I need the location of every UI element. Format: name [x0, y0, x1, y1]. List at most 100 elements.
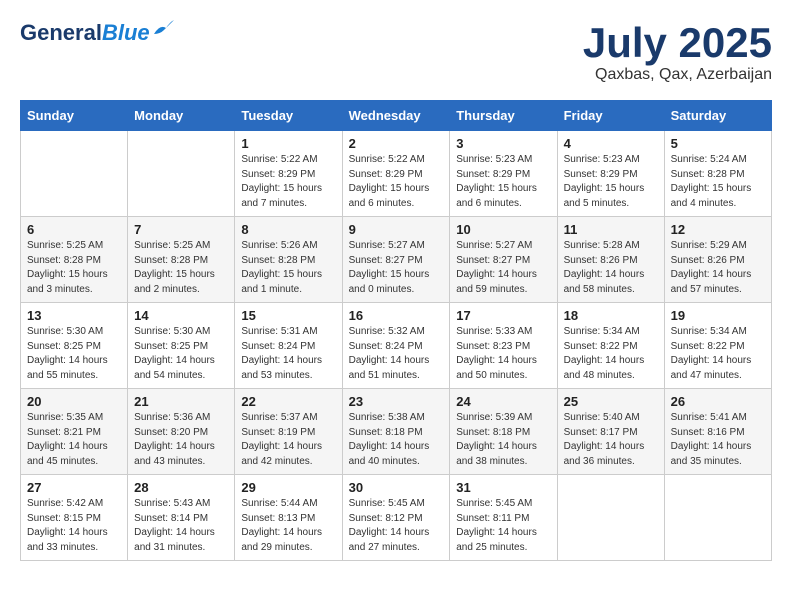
calendar-cell: 19 Sunrise: 5:34 AM Sunset: 8:22 PM Dayli…: [664, 303, 771, 389]
logo-bird-icon: [152, 20, 174, 38]
cell-info: Sunrise: 5:30 AM Sunset: 8:25 PM Dayligh…: [134, 325, 228, 383]
day-number: 5: [671, 136, 765, 151]
cell-info: Sunrise: 5:44 AM Sunset: 8:13 PM Dayligh…: [241, 497, 335, 555]
day-number: 18: [564, 308, 658, 323]
weekday-header-cell: Sunday: [21, 101, 128, 131]
location: Qaxbas, Qax, Azerbaijan: [583, 66, 772, 84]
weekday-header-cell: Saturday: [664, 101, 771, 131]
cell-info: Sunrise: 5:38 AM Sunset: 8:18 PM Dayligh…: [349, 411, 444, 469]
cell-info: Sunrise: 5:25 AM Sunset: 8:28 PM Dayligh…: [134, 239, 228, 297]
weekday-header-cell: Friday: [557, 101, 664, 131]
day-number: 15: [241, 308, 335, 323]
calendar-cell: 4Sunrise: 5:23 AM Sunset: 8:29 PM Daylig…: [557, 131, 664, 217]
calendar-cell: 9Sunrise: 5:27 AM Sunset: 8:27 PM Daylig…: [342, 217, 450, 303]
cell-info: Sunrise: 5:34 AM Sunset: 8:22 PM Dayligh…: [671, 325, 765, 383]
day-number: 23: [349, 394, 444, 409]
calendar-cell: 29 Sunrise: 5:44 AM Sunset: 8:13 PM Dayli…: [235, 475, 342, 561]
weekday-header-cell: Wednesday: [342, 101, 450, 131]
weekday-header-cell: Monday: [128, 101, 235, 131]
calendar-week-row: 1 Sunrise: 5:22 AM Sunset: 8:29 PM Daylig…: [21, 131, 772, 217]
calendar-week-row: 27 Sunrise: 5:42 AM Sunset: 8:15 PM Dayli…: [21, 475, 772, 561]
cell-info: Sunrise: 5:28 AM Sunset: 8:26 PM Dayligh…: [564, 239, 658, 297]
logo-text: GeneralBlue: [20, 21, 150, 45]
calendar-cell: 28 Sunrise: 5:43 AM Sunset: 8:14 PM Dayli…: [128, 475, 235, 561]
weekday-header-row: SundayMondayTuesdayWednesdayThursdayFrid…: [21, 101, 772, 131]
cell-info: Sunrise: 5:36 AM Sunset: 8:20 PM Dayligh…: [134, 411, 228, 469]
day-number: 25: [564, 394, 658, 409]
cell-info: Sunrise: 5:33 AM Sunset: 8:23 PM Dayligh…: [456, 325, 550, 383]
calendar-cell: [21, 131, 128, 217]
cell-info: Sunrise: 5:42 AM Sunset: 8:15 PM Dayligh…: [27, 497, 121, 555]
day-number: 14: [134, 308, 228, 323]
day-number: 28: [134, 480, 228, 495]
cell-info: Sunrise: 5:45 AM Sunset: 8:12 PM Dayligh…: [349, 497, 444, 555]
day-number: 21: [134, 394, 228, 409]
day-number: 7: [134, 222, 228, 237]
cell-info: Sunrise: 5:34 AM Sunset: 8:22 PM Dayligh…: [564, 325, 658, 383]
calendar-cell: 22Sunrise: 5:37 AM Sunset: 8:19 PM Dayli…: [235, 389, 342, 475]
calendar-cell: 14 Sunrise: 5:30 AM Sunset: 8:25 PM Dayli…: [128, 303, 235, 389]
calendar-cell: [557, 475, 664, 561]
day-number: 29: [241, 480, 335, 495]
day-number: 27: [27, 480, 121, 495]
calendar-body: 1 Sunrise: 5:22 AM Sunset: 8:29 PM Daylig…: [21, 131, 772, 561]
calendar-cell: 27 Sunrise: 5:42 AM Sunset: 8:15 PM Dayli…: [21, 475, 128, 561]
calendar-cell: 26 Sunrise: 5:41 AM Sunset: 8:16 PM Dayli…: [664, 389, 771, 475]
cell-info: Sunrise: 5:32 AM Sunset: 8:24 PM Dayligh…: [349, 325, 444, 383]
cell-info: Sunrise: 5:30 AM Sunset: 8:25 PM Dayligh…: [27, 325, 121, 383]
cell-info: Sunrise: 5:26 AM Sunset: 8:28 PM Dayligh…: [241, 239, 335, 297]
cell-info: Sunrise: 5:24 AM Sunset: 8:28 PM Dayligh…: [671, 153, 765, 211]
cell-info: Sunrise: 5:35 AM Sunset: 8:21 PM Dayligh…: [27, 411, 121, 469]
calendar-week-row: 20Sunrise: 5:35 AM Sunset: 8:21 PM Dayli…: [21, 389, 772, 475]
calendar-cell: 5 Sunrise: 5:24 AM Sunset: 8:28 PM Daylig…: [664, 131, 771, 217]
day-number: 13: [27, 308, 121, 323]
calendar-cell: 2Sunrise: 5:22 AM Sunset: 8:29 PM Daylig…: [342, 131, 450, 217]
cell-info: Sunrise: 5:41 AM Sunset: 8:16 PM Dayligh…: [671, 411, 765, 469]
calendar-cell: [664, 475, 771, 561]
calendar-cell: 20Sunrise: 5:35 AM Sunset: 8:21 PM Dayli…: [21, 389, 128, 475]
day-number: 10: [456, 222, 550, 237]
calendar-week-row: 6 Sunrise: 5:25 AM Sunset: 8:28 PM Daylig…: [21, 217, 772, 303]
day-number: 11: [564, 222, 658, 237]
day-number: 22: [241, 394, 335, 409]
cell-info: Sunrise: 5:22 AM Sunset: 8:29 PM Dayligh…: [349, 153, 444, 211]
calendar-cell: 7 Sunrise: 5:25 AM Sunset: 8:28 PM Daylig…: [128, 217, 235, 303]
calendar-cell: 15 Sunrise: 5:31 AM Sunset: 8:24 PM Dayli…: [235, 303, 342, 389]
day-number: 26: [671, 394, 765, 409]
calendar-cell: 31Sunrise: 5:45 AM Sunset: 8:11 PM Dayli…: [450, 475, 557, 561]
calendar-cell: 16 Sunrise: 5:32 AM Sunset: 8:24 PM Dayli…: [342, 303, 450, 389]
cell-info: Sunrise: 5:43 AM Sunset: 8:14 PM Dayligh…: [134, 497, 228, 555]
day-number: 12: [671, 222, 765, 237]
calendar-cell: 3 Sunrise: 5:23 AM Sunset: 8:29 PM Daylig…: [450, 131, 557, 217]
calendar-cell: [128, 131, 235, 217]
calendar-cell: 17Sunrise: 5:33 AM Sunset: 8:23 PM Dayli…: [450, 303, 557, 389]
calendar-cell: 13 Sunrise: 5:30 AM Sunset: 8:25 PM Dayli…: [21, 303, 128, 389]
page-header: GeneralBlue July 2025 Qaxbas, Qax, Azerb…: [20, 20, 772, 84]
title-block: July 2025 Qaxbas, Qax, Azerbaijan: [583, 20, 772, 84]
day-number: 19: [671, 308, 765, 323]
day-number: 1: [241, 136, 335, 151]
day-number: 16: [349, 308, 444, 323]
calendar-cell: 21 Sunrise: 5:36 AM Sunset: 8:20 PM Dayli…: [128, 389, 235, 475]
calendar-cell: 30Sunrise: 5:45 AM Sunset: 8:12 PM Dayli…: [342, 475, 450, 561]
calendar-cell: 8 Sunrise: 5:26 AM Sunset: 8:28 PM Daylig…: [235, 217, 342, 303]
calendar-cell: 1 Sunrise: 5:22 AM Sunset: 8:29 PM Daylig…: [235, 131, 342, 217]
day-number: 8: [241, 222, 335, 237]
calendar-table: SundayMondayTuesdayWednesdayThursdayFrid…: [20, 100, 772, 561]
cell-info: Sunrise: 5:23 AM Sunset: 8:29 PM Dayligh…: [456, 153, 550, 211]
cell-info: Sunrise: 5:22 AM Sunset: 8:29 PM Dayligh…: [241, 153, 335, 211]
cell-info: Sunrise: 5:31 AM Sunset: 8:24 PM Dayligh…: [241, 325, 335, 383]
cell-info: Sunrise: 5:45 AM Sunset: 8:11 PM Dayligh…: [456, 497, 550, 555]
day-number: 3: [456, 136, 550, 151]
logo: GeneralBlue: [20, 20, 174, 46]
cell-info: Sunrise: 5:39 AM Sunset: 8:18 PM Dayligh…: [456, 411, 550, 469]
cell-info: Sunrise: 5:27 AM Sunset: 8:27 PM Dayligh…: [349, 239, 444, 297]
calendar-cell: 24Sunrise: 5:39 AM Sunset: 8:18 PM Dayli…: [450, 389, 557, 475]
calendar-cell: 18 Sunrise: 5:34 AM Sunset: 8:22 PM Dayli…: [557, 303, 664, 389]
cell-info: Sunrise: 5:29 AM Sunset: 8:26 PM Dayligh…: [671, 239, 765, 297]
calendar-cell: 10 Sunrise: 5:27 AM Sunset: 8:27 PM Dayli…: [450, 217, 557, 303]
day-number: 6: [27, 222, 121, 237]
calendar-week-row: 13 Sunrise: 5:30 AM Sunset: 8:25 PM Dayli…: [21, 303, 772, 389]
calendar-cell: 12 Sunrise: 5:29 AM Sunset: 8:26 PM Dayli…: [664, 217, 771, 303]
cell-info: Sunrise: 5:27 AM Sunset: 8:27 PM Dayligh…: [456, 239, 550, 297]
